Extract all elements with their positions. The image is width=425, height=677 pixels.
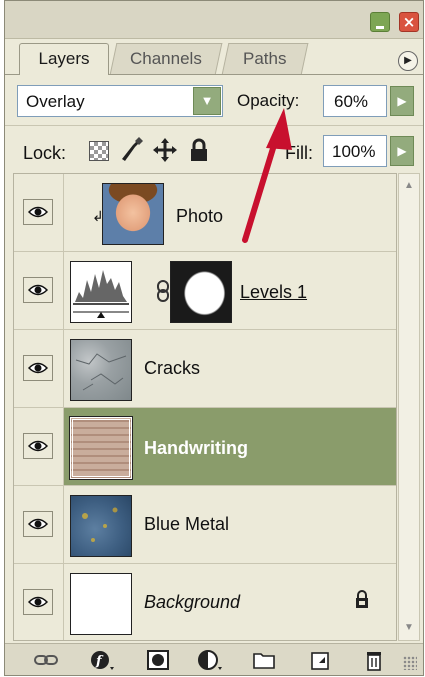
link-icon[interactable] [33, 648, 59, 672]
scroll-up-icon[interactable]: ▲ [400, 176, 418, 196]
layers-scrollbar[interactable]: ▲ ▼ [398, 173, 420, 641]
adjustment-layer-icon[interactable] [197, 648, 223, 672]
options-divider [5, 125, 423, 126]
tab-paths-label: Paths [243, 49, 287, 68]
layer-row-levels-1[interactable]: Levels 1 [14, 252, 396, 330]
layer-thumbnail-blue-metal[interactable] [70, 495, 132, 557]
visibility-cell [14, 564, 64, 640]
lock-icon [354, 589, 370, 609]
layers-list: ↲ Photo Levels 1 Cracks Handwriting Blue… [13, 173, 397, 641]
panel-title-bar[interactable]: × [5, 1, 423, 39]
tab-channels-label: Channels [130, 49, 202, 68]
opacity-label: Opacity: [237, 91, 300, 110]
visibility-cell [14, 408, 64, 485]
layer-thumbnail-handwriting[interactable] [69, 416, 133, 480]
layers-panel: × Layers Channels Paths ▶ Overlay ▼ Opac… [4, 0, 424, 676]
resize-grip-icon[interactable] [403, 656, 417, 670]
opacity-input[interactable]: 60% [323, 85, 387, 117]
layer-thumbnail-photo[interactable] [102, 183, 164, 245]
layer-mask-icon[interactable] [145, 648, 171, 672]
eye-icon[interactable] [23, 355, 53, 381]
minimize-icon[interactable] [370, 12, 390, 32]
layer-name-levels-1[interactable]: Levels 1 [240, 282, 307, 303]
layer-name-background[interactable]: Background [144, 592, 240, 613]
lock-image-pixels-icon[interactable] [119, 137, 143, 163]
folder-icon[interactable] [251, 648, 277, 672]
tab-channels[interactable]: Channels [109, 43, 223, 75]
tab-paths[interactable]: Paths [221, 43, 309, 75]
layer-row-background[interactable]: Background [14, 564, 396, 640]
eye-icon[interactable] [23, 589, 53, 615]
layer-name-handwriting[interactable]: Handwriting [144, 438, 248, 459]
lock-all-icon[interactable] [187, 137, 211, 163]
visibility-cell [14, 330, 64, 407]
panel-menu-icon[interactable]: ▶ [398, 51, 418, 71]
scroll-down-icon[interactable]: ▼ [400, 618, 418, 638]
lock-position-icon[interactable] [153, 137, 177, 163]
eye-icon[interactable] [23, 511, 53, 537]
opacity-value: 60% [334, 92, 369, 111]
layer-mask-thumbnail[interactable] [170, 261, 232, 323]
layer-thumbnail-background[interactable] [70, 573, 132, 635]
tab-layers[interactable]: Layers [19, 43, 109, 75]
lock-label: Lock: [23, 143, 67, 163]
layer-name-photo[interactable]: Photo [176, 206, 223, 227]
eye-icon[interactable] [23, 199, 53, 225]
trash-icon[interactable] [361, 648, 387, 672]
fill-value: 100% [332, 142, 376, 161]
layers-bottom-toolbar: f [5, 643, 423, 675]
lock-transparent-pixels-icon[interactable] [89, 141, 109, 161]
close-icon[interactable]: × [399, 12, 419, 32]
eye-icon[interactable] [23, 277, 53, 303]
layer-row-photo[interactable]: ↲ Photo [14, 174, 396, 252]
layer-row-blue-metal[interactable]: Blue Metal [14, 486, 396, 564]
fill-input[interactable]: 100% [323, 135, 387, 167]
visibility-cell [14, 252, 64, 329]
layer-row-cracks[interactable]: Cracks [14, 330, 396, 408]
new-layer-icon[interactable] [307, 648, 333, 672]
fill-slider-button[interactable]: ▶ [390, 136, 414, 166]
opacity-slider-button[interactable]: ▶ [390, 86, 414, 116]
layer-row-handwriting[interactable]: Handwriting [14, 408, 396, 486]
blend-mode-dropdown[interactable]: Overlay ▼ [17, 85, 223, 117]
chain-link-icon[interactable] [156, 280, 170, 302]
layer-name-cracks[interactable]: Cracks [144, 358, 200, 379]
chevron-down-icon[interactable]: ▼ [193, 87, 221, 115]
layer-name-blue-metal[interactable]: Blue Metal [144, 514, 229, 535]
visibility-cell [14, 486, 64, 563]
levels-adjustment-icon[interactable] [70, 261, 132, 323]
tab-layers-label: Layers [38, 49, 90, 68]
layer-thumbnail-cracks[interactable] [70, 339, 132, 401]
visibility-cell [14, 174, 64, 251]
layer-style-icon[interactable]: f [89, 648, 115, 672]
eye-icon[interactable] [23, 433, 53, 459]
fill-label: Fill: [285, 143, 313, 163]
blend-mode-value: Overlay [26, 92, 85, 111]
